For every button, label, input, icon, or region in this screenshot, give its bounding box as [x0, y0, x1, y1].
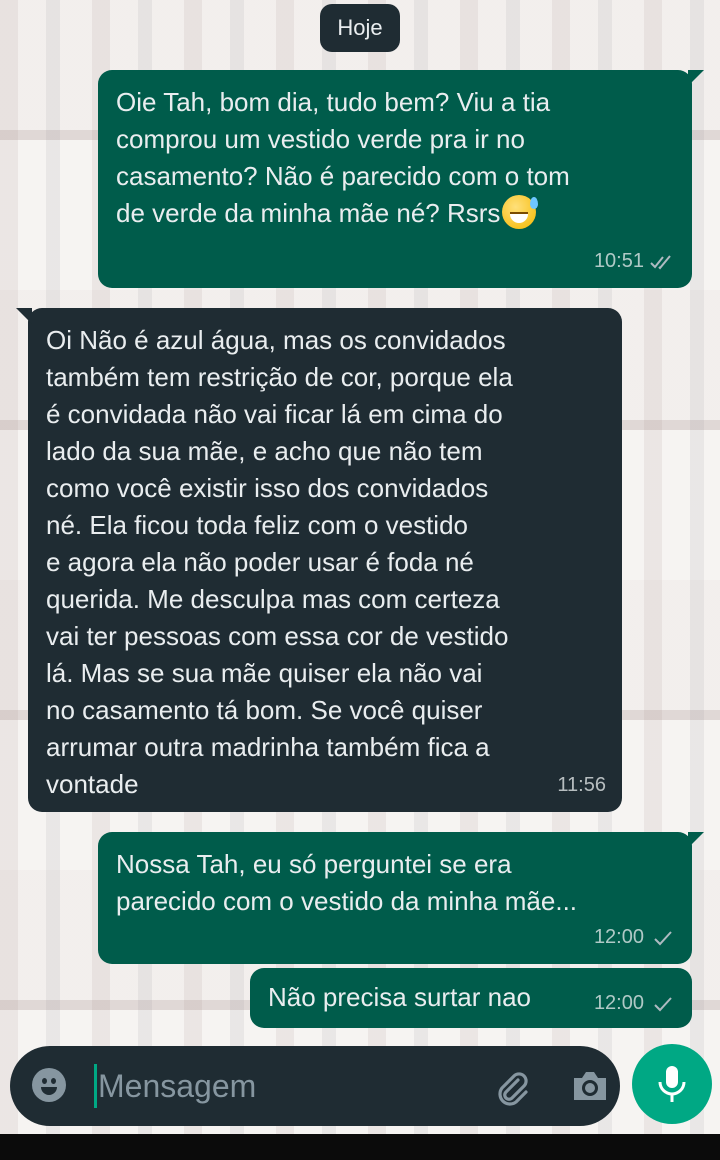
- message-input[interactable]: [98, 1046, 458, 1126]
- bubble-tail: [688, 70, 704, 86]
- message-composer: [10, 1046, 620, 1126]
- message-meta: 12:00: [594, 985, 676, 1022]
- message-time: 12:00: [593, 926, 644, 948]
- text-caret: [94, 1064, 97, 1108]
- message-meta: 10:51: [594, 243, 676, 280]
- grinning-sweat-emoji-icon: [502, 195, 539, 229]
- message-text: Nossa Tah, eu só perguntei se era pareci…: [116, 849, 578, 916]
- bubble-tail: [688, 832, 704, 848]
- bubble-tail: [16, 308, 32, 324]
- message-time: 10:51: [593, 250, 644, 272]
- camera-icon[interactable]: [570, 1068, 610, 1104]
- microphone-button[interactable]: [632, 1044, 712, 1124]
- double-check-read-icon: [650, 254, 671, 269]
- message-text: Oi Não é azul água, mas os convidados ta…: [46, 325, 513, 799]
- message-outgoing[interactable]: Não precisa surtar nao 12:00: [250, 968, 692, 1028]
- message-meta: 12:00: [594, 919, 676, 956]
- attach-clip-icon[interactable]: [492, 1068, 532, 1108]
- message-text: Não precisa surtar nao: [268, 982, 532, 1012]
- microphone-icon: [658, 1066, 686, 1102]
- message-time: 12:00: [593, 992, 644, 1014]
- system-navigation-bar: [0, 1134, 720, 1160]
- single-check-sent-icon: [654, 996, 672, 1011]
- message-outgoing[interactable]: Nossa Tah, eu só perguntei se era pareci…: [98, 832, 704, 964]
- emoji-icon[interactable]: [32, 1068, 66, 1102]
- message-outgoing[interactable]: Oie Tah, bom dia, tudo bem? Viu a tia co…: [98, 70, 704, 288]
- message-incoming[interactable]: Oi Não é azul água, mas os convidados ta…: [16, 308, 622, 812]
- message-meta: 11:56: [557, 767, 606, 804]
- date-separator: Hoje: [320, 4, 400, 52]
- message-time: 11:56: [557, 774, 606, 796]
- single-check-sent-icon: [654, 930, 672, 945]
